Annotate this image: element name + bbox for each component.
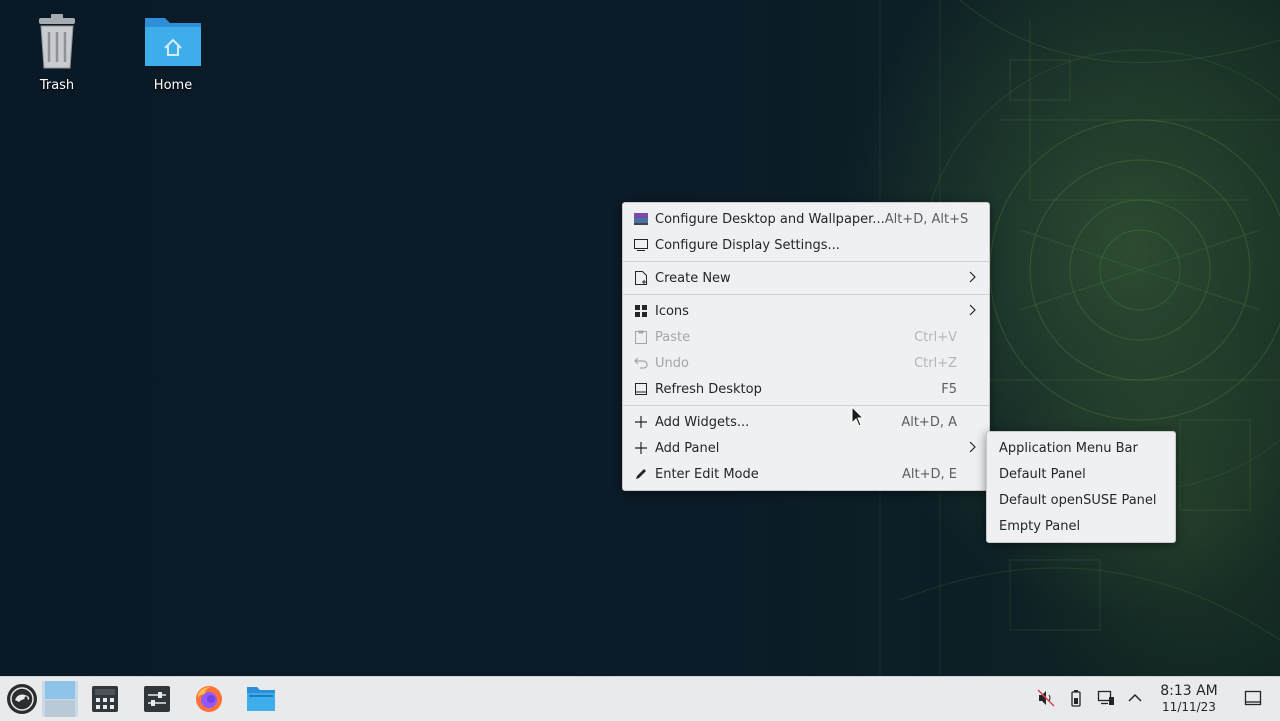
- application-launcher-icon: [7, 684, 37, 714]
- desktop-context-menu: Configure Desktop and Wallpaper... Alt+D…: [622, 202, 990, 491]
- menu-add-panel-label: Add Panel: [655, 440, 720, 456]
- menu-paste-label: Paste: [655, 329, 691, 345]
- menu-paste[interactable]: Paste Ctrl+V: [623, 324, 989, 350]
- trash-icon: [39, 14, 75, 69]
- submenu-default-opensuse-panel[interactable]: Default openSUSE Panel: [987, 487, 1175, 513]
- desktop-pager[interactable]: [42, 681, 78, 717]
- mouse-cursor-icon: [851, 406, 865, 427]
- file-manager-launcher[interactable]: [243, 681, 279, 717]
- display-icon: [634, 238, 648, 252]
- digital-clock[interactable]: 8:13 AM 11/11/23: [1152, 682, 1226, 714]
- trash-label: Trash: [39, 78, 75, 93]
- network-icon[interactable]: [1097, 689, 1115, 707]
- clock-date: 11/11/23: [1162, 700, 1216, 714]
- system-settings-icon: [144, 686, 170, 712]
- menu-create-new-label: Create New: [655, 270, 731, 286]
- home-folder-icon: [145, 18, 201, 66]
- file-manager-icon: [247, 687, 275, 711]
- clock-time: 8:13 AM: [1160, 683, 1218, 699]
- submenu-empty-panel-label: Empty Panel: [999, 518, 1081, 534]
- refresh-icon: [634, 382, 648, 396]
- desktop-icon-home[interactable]: Home: [128, 12, 218, 93]
- menu-refresh-desktop-shortcut: F5: [941, 381, 957, 397]
- menu-separator: [623, 261, 989, 262]
- desktop-icon-trash[interactable]: Trash: [12, 12, 102, 93]
- menu-refresh-desktop-label: Refresh Desktop: [655, 381, 762, 397]
- menu-separator: [623, 294, 989, 295]
- grid-icon: [634, 304, 648, 318]
- submenu-empty-panel[interactable]: Empty Panel: [987, 513, 1175, 539]
- taskbar: [0, 676, 1280, 721]
- plus-icon: [634, 415, 648, 429]
- menu-undo[interactable]: Undo Ctrl+Z: [623, 350, 989, 376]
- application-launcher-button[interactable]: [4, 681, 40, 717]
- menu-separator: [623, 405, 989, 406]
- menu-enter-edit-mode-label: Enter Edit Mode: [655, 466, 759, 482]
- home-label: Home: [153, 78, 193, 93]
- battery-icon[interactable]: [1067, 689, 1085, 707]
- menu-create-new[interactable]: Create New: [623, 265, 989, 291]
- plus-icon: [634, 441, 648, 455]
- menu-icons[interactable]: Icons: [623, 298, 989, 324]
- submenu-application-menu-bar-label: Application Menu Bar: [999, 440, 1138, 456]
- menu-paste-shortcut: Ctrl+V: [914, 329, 957, 345]
- menu-undo-shortcut: Ctrl+Z: [914, 355, 957, 371]
- wallpaper-icon: [634, 212, 648, 226]
- new-document-icon: [634, 271, 648, 285]
- volume-muted-icon[interactable]: [1037, 689, 1055, 707]
- show-desktop-icon[interactable]: [1244, 689, 1262, 707]
- menu-add-widgets[interactable]: Add Widgets... Alt+D, A: [623, 409, 989, 435]
- undo-icon: [634, 356, 648, 370]
- menu-add-widgets-shortcut: Alt+D, A: [901, 414, 957, 430]
- submenu-application-menu-bar[interactable]: Application Menu Bar: [987, 435, 1175, 461]
- add-panel-submenu: Application Menu Bar Default Panel Defau…: [986, 431, 1176, 543]
- pencil-icon: [634, 467, 648, 481]
- submenu-default-opensuse-panel-label: Default openSUSE Panel: [999, 492, 1157, 508]
- chevron-right-icon: [969, 441, 976, 453]
- menu-configure-display-label: Configure Display Settings...: [655, 237, 840, 253]
- menu-undo-label: Undo: [655, 355, 689, 371]
- paste-icon: [634, 330, 648, 344]
- menu-enter-edit-mode-shortcut: Alt+D, E: [902, 466, 957, 482]
- submenu-default-panel[interactable]: Default Panel: [987, 461, 1175, 487]
- menu-add-panel[interactable]: Add Panel: [623, 435, 989, 461]
- menu-configure-desktop[interactable]: Configure Desktop and Wallpaper... Alt+D…: [623, 206, 989, 232]
- firefox-icon: [196, 686, 222, 712]
- menu-enter-edit-mode[interactable]: Enter Edit Mode Alt+D, E: [623, 461, 989, 487]
- menu-refresh-desktop[interactable]: Refresh Desktop F5: [623, 376, 989, 402]
- submenu-default-panel-label: Default Panel: [999, 466, 1086, 482]
- firefox-launcher[interactable]: [191, 681, 227, 717]
- menu-configure-desktop-shortcut: Alt+D, Alt+S: [884, 211, 969, 227]
- menu-configure-display[interactable]: Configure Display Settings...: [623, 232, 989, 258]
- desktop-pager-icon: [45, 681, 75, 717]
- calculator-icon: [92, 686, 118, 712]
- chevron-right-icon: [969, 271, 976, 283]
- menu-icons-label: Icons: [655, 303, 689, 319]
- chevron-right-icon: [969, 304, 976, 316]
- menu-configure-desktop-label: Configure Desktop and Wallpaper...: [655, 211, 885, 227]
- system-settings-launcher[interactable]: [139, 681, 175, 717]
- expand-tray-icon[interactable]: [1126, 689, 1144, 707]
- calculator-launcher[interactable]: [87, 681, 123, 717]
